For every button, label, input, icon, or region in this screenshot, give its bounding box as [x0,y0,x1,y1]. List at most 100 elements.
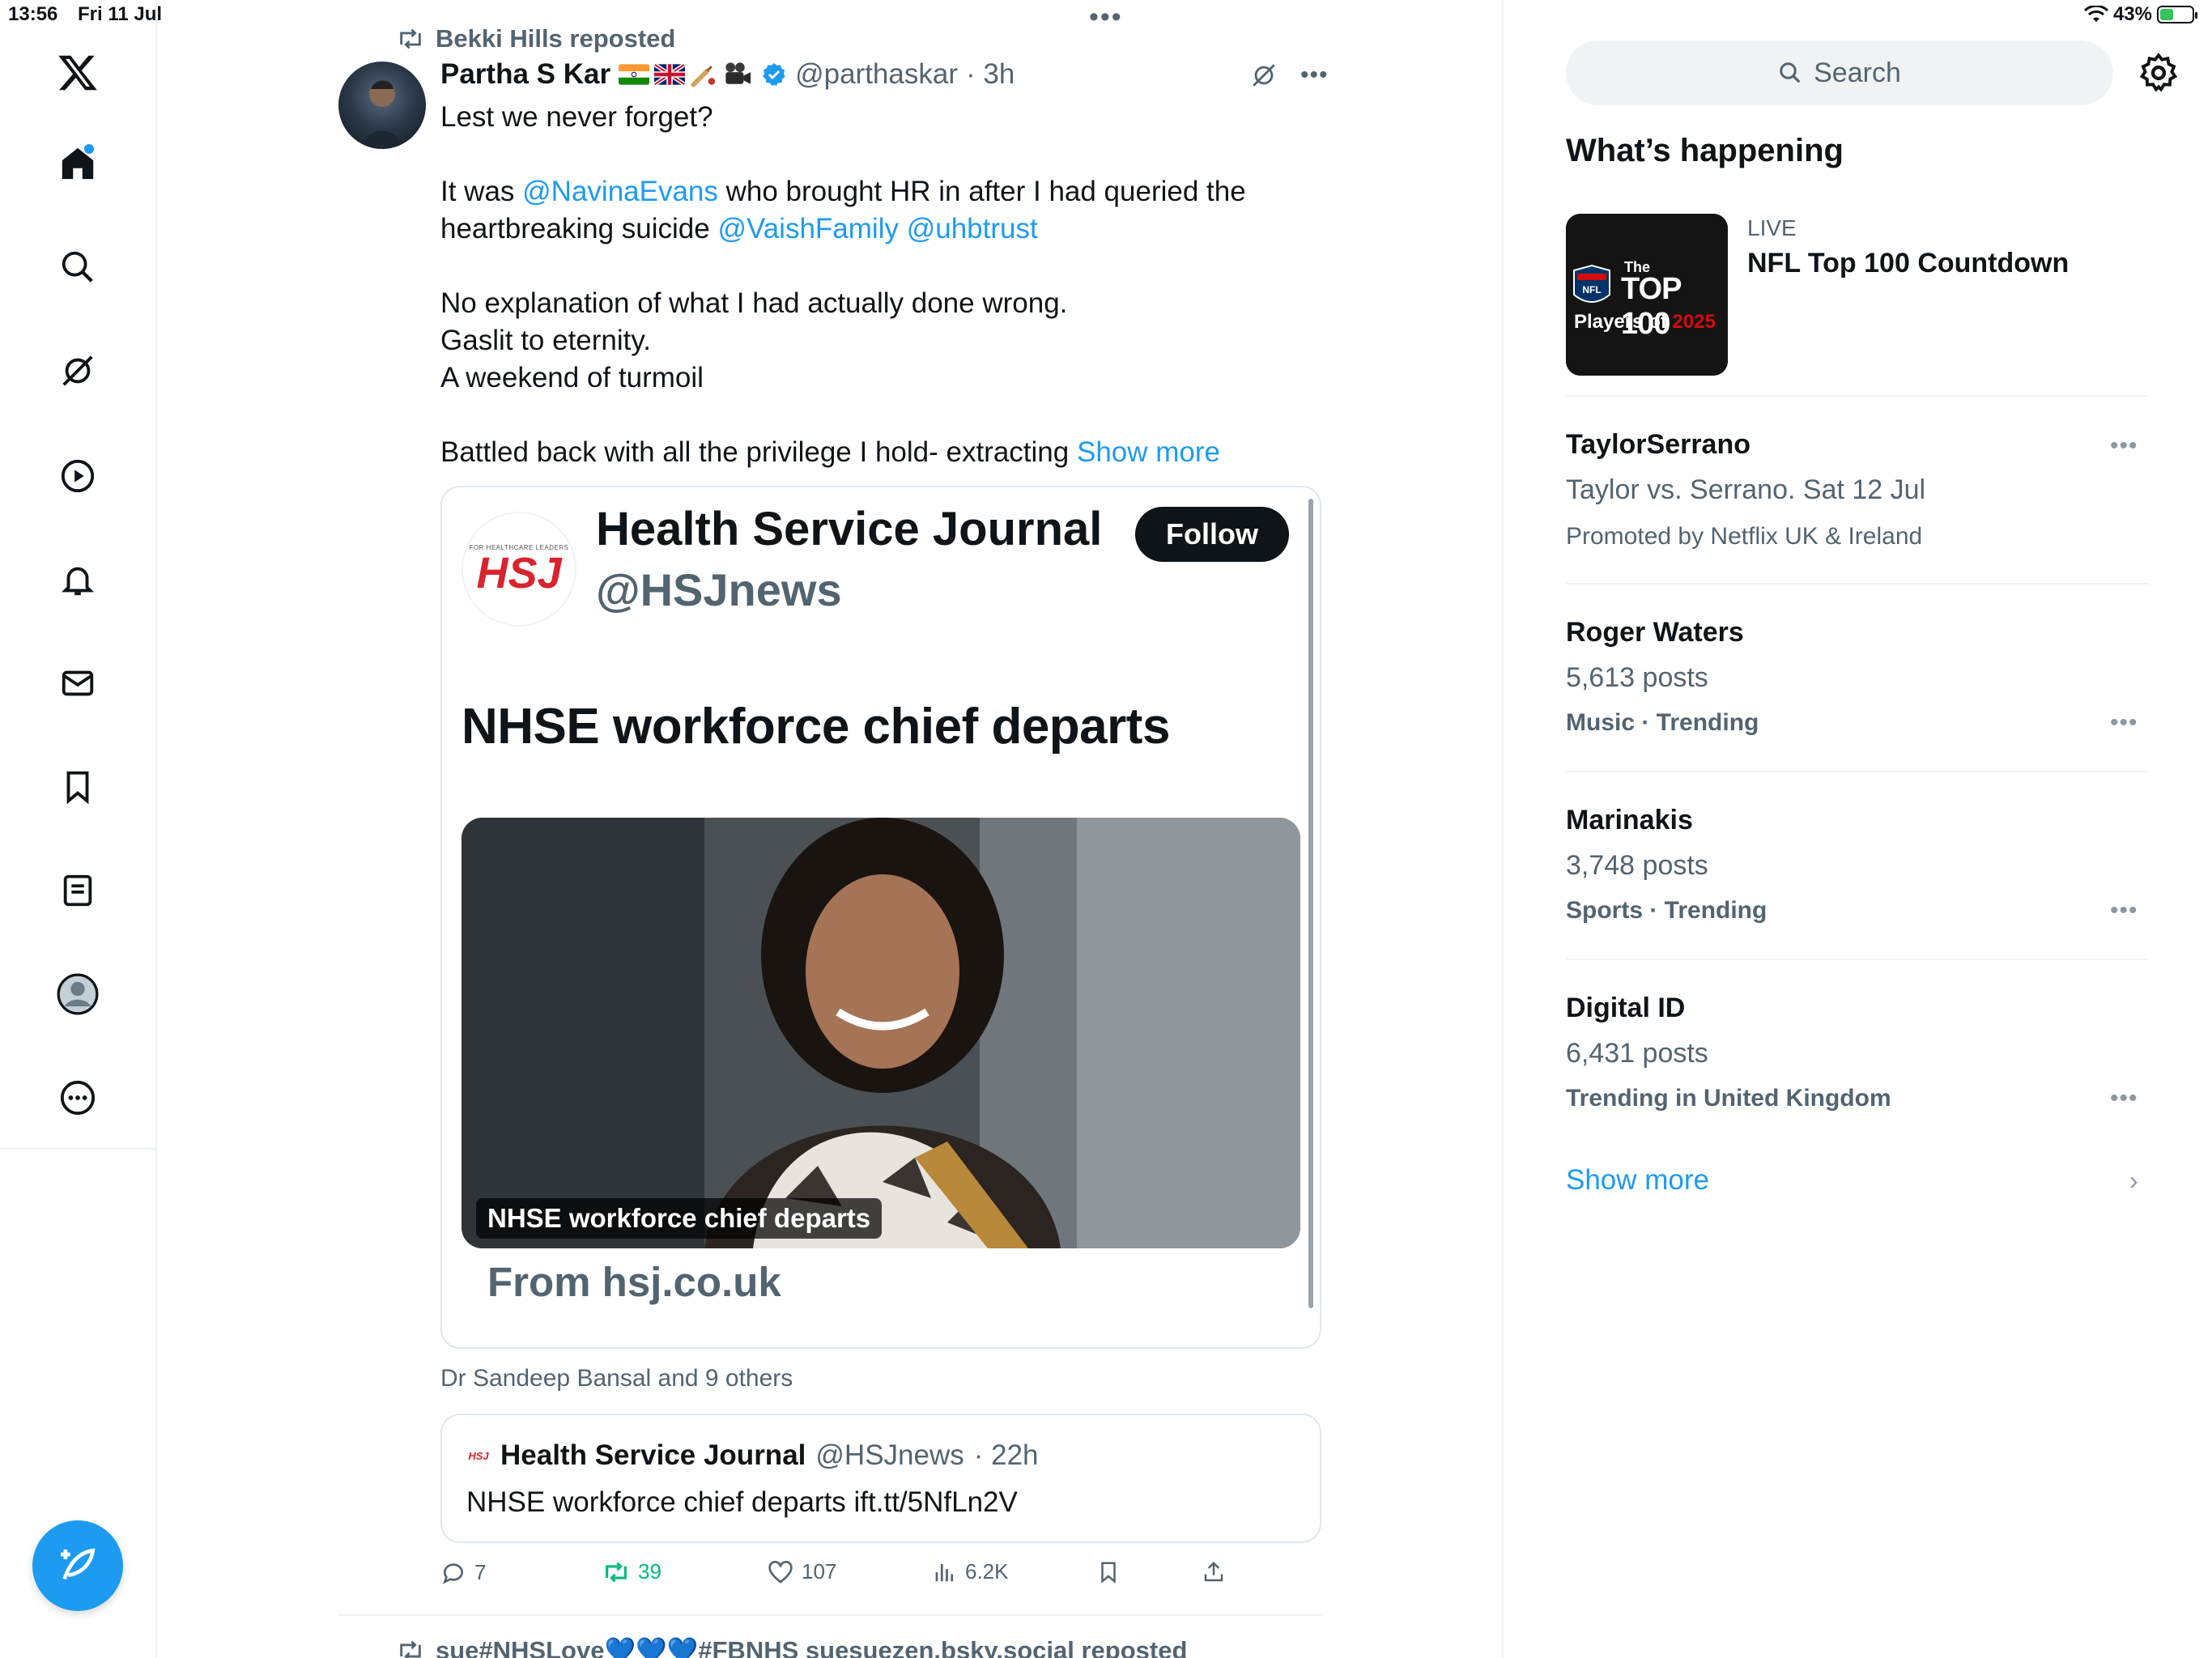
mention-uhbtrust[interactable]: @uhbtrust [907,213,1038,244]
lists-icon[interactable] [53,866,102,915]
trend-subtitle: 5,613 posts [1566,662,1708,693]
mention-navinaevans[interactable]: @NavinaEvans [522,176,718,207]
messages-envelope-icon[interactable] [53,659,102,708]
search-input[interactable]: Search [1566,40,2113,105]
whats-happening-title: What’s happening [1566,133,1844,168]
author-avatar[interactable] [338,62,426,149]
next-reposted-by-text: sue#NHSLove💙💙💙#FBNHS suesuezen.bsky.soci… [436,1636,1188,1658]
like-button[interactable]: 107 [768,1559,836,1584]
search-icon[interactable] [53,243,102,291]
trend-meta: Music · Trending [1566,709,1759,736]
quoted-handle: @HSJnews [815,1439,964,1471]
heart-icon [768,1560,793,1584]
home-icon[interactable] [53,139,102,188]
card-image[interactable]: NHSE workforce chief departs [462,818,1300,1248]
repost-icon [400,1640,421,1658]
bookmarks-icon[interactable] [53,763,102,811]
show-more-link[interactable]: Show more [1077,436,1220,468]
follow-button[interactable]: Follow [1135,507,1289,562]
views-button[interactable]: 6.2K [933,1559,1009,1584]
video-icon[interactable] [53,452,102,500]
feed-divider [338,1614,1321,1616]
reply-button[interactable]: 7 [440,1559,486,1585]
trend-meta: Trending in United Kingdom [1566,1085,1891,1112]
quoted-time: · 22h [973,1439,1039,1471]
post-text: Lest we never forget? It was @NavinaEvan… [440,101,1246,468]
trend-more-icon[interactable]: ••• [2110,897,2138,925]
repost-count: 39 [638,1559,661,1584]
next-post-repost-indicator[interactable]: sue#NHSLove💙💙💙#FBNHS suesuezen.bsky.soci… [397,1635,1187,1658]
repost-button[interactable]: 39 [602,1559,661,1584]
post-more-icon[interactable]: ••• [1300,62,1329,89]
x-logo-icon[interactable] [53,49,102,97]
multitask-dots[interactable]: ••• [1089,2,1123,33]
battery-icon [2157,6,2197,23]
trends-show-more-link[interactable]: Show more [1566,1164,1709,1197]
card-headline: NHSE workforce chief departs [462,699,1170,755]
wifi-icon [2083,6,2108,22]
trend-more-icon[interactable]: ••• [2110,709,2138,737]
profile-avatar-icon[interactable] [53,970,102,1018]
india-flag-icon [619,64,650,85]
trend-title[interactable]: Digital ID [1566,993,1685,1024]
trend-divider [1566,583,2149,585]
image-caption: NHSE workforce chief departs [476,1198,883,1239]
grok-explain-icon[interactable] [1250,62,1278,89]
quoted-avatar: HSJ [468,1449,489,1462]
hsj-logo[interactable]: FOR HEALTHCARE LEADERS HSJ [462,512,576,627]
card-scrollbar[interactable] [1308,499,1313,1308]
embedded-card[interactable]: FOR HEALTHCARE LEADERS HSJ Health Servic… [440,486,1321,1349]
thumb-line3: Players of 2025 [1574,311,1716,333]
reply-count: 7 [474,1559,487,1584]
like-count: 107 [802,1559,837,1584]
movie-camera-icon [725,62,751,84]
trend-more-icon[interactable]: ••• [2110,432,2138,460]
share-button[interactable] [1202,1559,1226,1585]
notifications-bell-icon[interactable] [53,555,102,604]
liked-by-text[interactable]: Dr Sandeep Bansal and 9 others [440,1365,793,1392]
card-account-name[interactable]: Health Service Journal [596,502,1102,556]
mention-vaishfamily[interactable]: @VaishFamily [717,213,899,244]
card-source[interactable]: From hsj.co.uk [487,1258,781,1306]
views-chart-icon [935,1563,954,1581]
author-name[interactable]: Partha S Kar [440,58,610,91]
card-account-handle[interactable]: @HSJnews [596,563,842,616]
trend-divider [1566,395,2149,397]
chevron-right-icon[interactable]: › [2129,1166,2138,1196]
name-emojis [619,61,753,88]
compose-post-button[interactable] [32,1520,123,1611]
author-row: Partha S Kar @parthaskar · 3h [440,58,1015,91]
more-options-icon[interactable] [53,1073,102,1122]
compose-feather-icon [61,1548,96,1580]
trend-title[interactable]: Marinakis [1566,805,1693,836]
post-action-bar: 7 39 107 6.2K [440,1559,1250,1592]
trend-subtitle: 3,748 posts [1566,850,1708,881]
search-icon [1780,62,1801,83]
battery-percent: 43% [2112,3,2152,25]
card-photo [462,818,1300,1248]
bookmark-icon [1101,1562,1116,1584]
main-column-border [1502,0,1504,1658]
quoted-post-header: HSJ Health Service Journal @HSJnews · 22… [466,1439,1039,1472]
status-indicators: 43% [2083,3,2197,26]
quoted-post[interactable]: HSJ Health Service Journal @HSJnews · 22… [440,1414,1321,1543]
trend-more-icon[interactable]: ••• [2110,1085,2138,1112]
grok-icon[interactable] [53,346,102,395]
bookmark-button[interactable] [1096,1559,1121,1585]
trend-meta: Sports · Trending [1566,897,1767,924]
post-time[interactable]: · 3h [966,58,1015,91]
uk-flag-icon [654,64,686,85]
author-handle[interactable]: @parthaskar [795,58,958,91]
live-event-thumbnail[interactable]: NFL The TOP 100 Players of 2025 [1566,214,1728,376]
reposted-by-text: Bekki Hills reposted [436,24,676,53]
trend-title[interactable]: TaylorSerrano [1566,429,1750,461]
quoted-text: NHSE workforce chief departs ift.tt/5NfL… [466,1486,1018,1518]
home-notification-dot [84,144,94,154]
live-label: LIVE [1747,215,1797,240]
live-event-title[interactable]: NFL Top 100 Countdown [1747,248,2069,279]
trend-title[interactable]: Roger Waters [1566,617,1744,648]
verified-badge-icon [763,63,785,86]
repost-indicator[interactable]: Bekki Hills reposted [397,24,675,53]
repost-icon [400,28,421,49]
settings-gear-icon[interactable] [2138,52,2180,94]
